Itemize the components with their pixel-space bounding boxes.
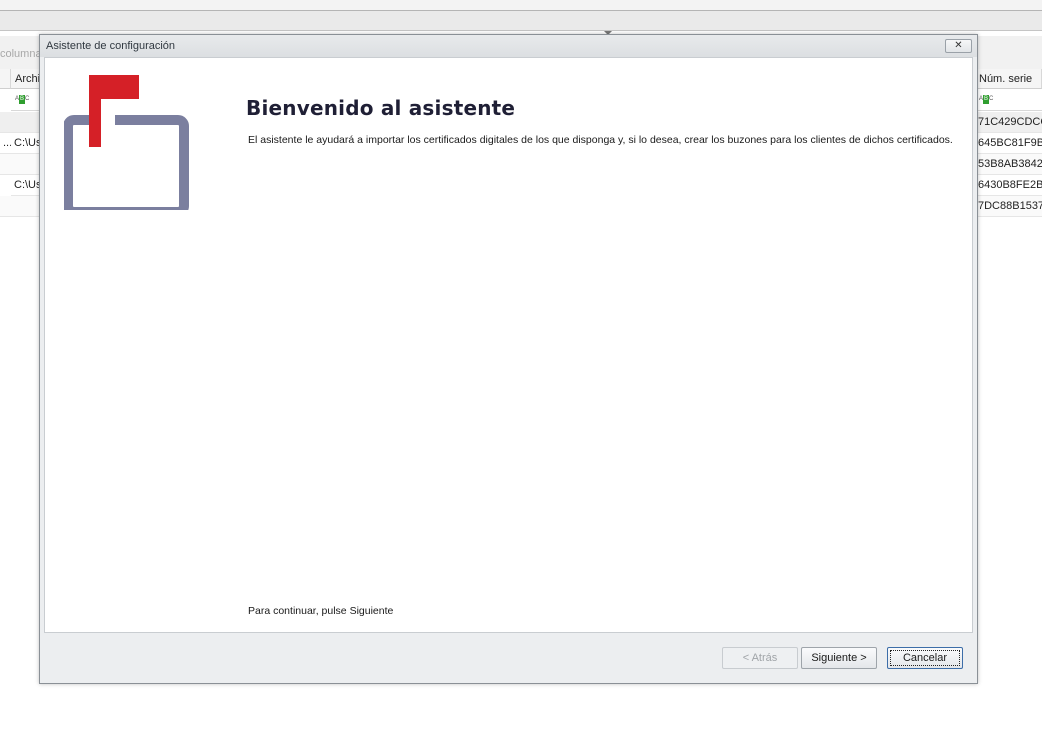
logo-frame xyxy=(64,115,189,210)
column-header-indicator xyxy=(0,69,11,89)
next-button[interactable]: Siguiente > xyxy=(801,647,877,669)
setup-wizard-dialog: Asistente de configuración ✕ Bienvenido … xyxy=(39,34,978,684)
dialog-titlebar[interactable]: Asistente de configuración ✕ xyxy=(40,35,977,57)
row-num-serie[interactable]: 7DC88B1537 xyxy=(975,196,1042,217)
continue-instruction: Para continuar, pulse Siguiente xyxy=(248,605,394,617)
row-num-serie[interactable]: 6430B8FE2B xyxy=(975,175,1042,196)
dialog-title: Asistente de configuración xyxy=(46,40,176,52)
wizard-content: Bienvenido al asistente El asistente le … xyxy=(44,57,973,633)
wizard-description: El asistente le ayudará a importar los c… xyxy=(248,134,953,146)
table-row[interactable] xyxy=(0,112,40,133)
back-button[interactable]: < Atrás xyxy=(722,647,798,669)
app-toolbar xyxy=(0,11,1042,31)
row-prefix: ... xyxy=(0,133,11,154)
row-num-serie[interactable]: 645BC81F9B xyxy=(975,133,1042,154)
cancel-button[interactable]: Cancelar xyxy=(887,647,963,669)
logo-flag-gap xyxy=(101,99,115,147)
mailbox-flag-icon xyxy=(64,75,189,210)
table-row[interactable] xyxy=(0,154,40,175)
close-icon: ✕ xyxy=(954,40,963,51)
column-header-num-serie[interactable]: Núm. serie xyxy=(975,69,1042,89)
row-archivo[interactable]: C:\Us xyxy=(11,133,40,154)
row-num-serie[interactable]: 71C429CDCC xyxy=(975,112,1042,133)
wizard-footer: < Atrás Siguiente > Cancelar xyxy=(44,633,973,680)
wizard-heading: Bienvenido al asistente xyxy=(246,96,516,120)
row-archivo[interactable]: C:\Us xyxy=(11,175,40,196)
text-filter-icon: ABC xyxy=(979,95,994,104)
close-button[interactable]: ✕ xyxy=(945,39,972,53)
filter-cell-num-serie[interactable]: ABC xyxy=(975,89,1042,111)
table-row[interactable] xyxy=(0,196,40,217)
logo-flag-pole xyxy=(89,75,101,147)
app-top-bar xyxy=(0,0,1042,11)
text-filter-icon: ABC xyxy=(15,95,30,104)
row-num-serie[interactable]: 53B8AB3842 xyxy=(975,154,1042,175)
group-by-hint: columna xyxy=(0,48,42,60)
